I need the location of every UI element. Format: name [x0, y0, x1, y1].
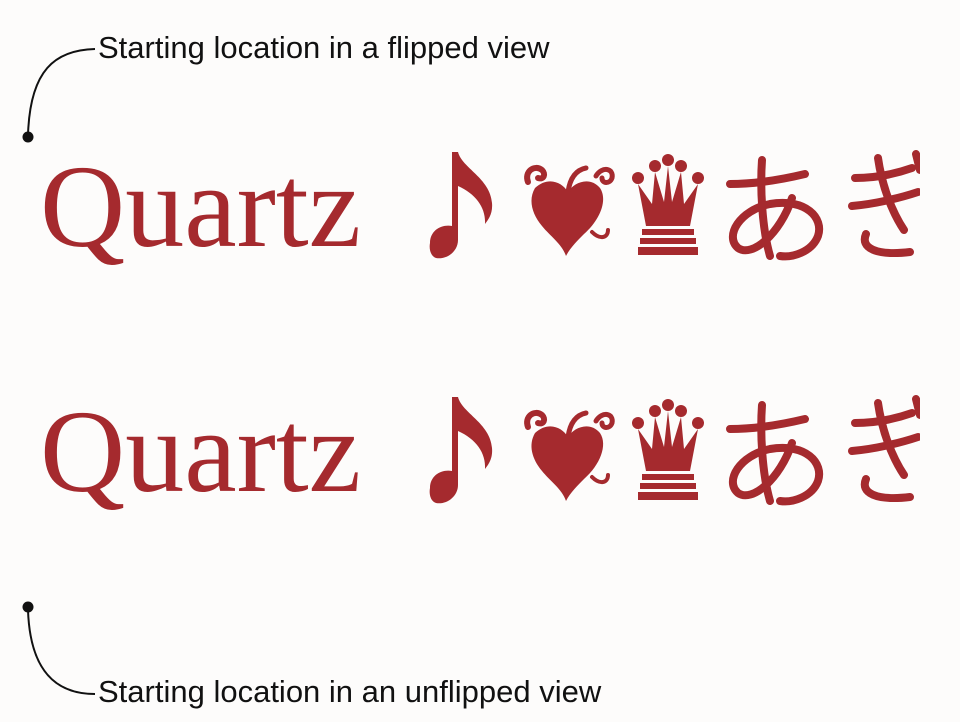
unflipped-glyph-row: Quartz [40, 393, 920, 513]
callout-connectors [22, 48, 96, 695]
hiragana-gi-glyph [848, 395, 920, 502]
unflipped-start-dot [22, 601, 34, 613]
hiragana-a-glyph [726, 156, 824, 261]
glyph-icons [429, 395, 920, 506]
crown-icon [632, 154, 704, 255]
music-note-icon [429, 397, 493, 504]
flipped-view-label: Starting location in a flipped view [98, 30, 550, 65]
flipped-connector [22, 48, 96, 143]
unflipped-connector [22, 601, 96, 695]
hiragana-a-glyph [726, 401, 824, 506]
flipped-start-dot [22, 131, 34, 143]
heart-fleuron-icon [524, 164, 615, 256]
unflipped-view-label: Starting location in an unflipped view [98, 674, 602, 709]
hiragana-gi-glyph [848, 150, 920, 257]
heart-fleuron-icon [524, 409, 615, 501]
flipped-glyph-row: Quartz [40, 148, 920, 268]
glyph-icons [429, 150, 920, 261]
music-note-icon [429, 152, 493, 259]
crown-icon [632, 399, 704, 500]
